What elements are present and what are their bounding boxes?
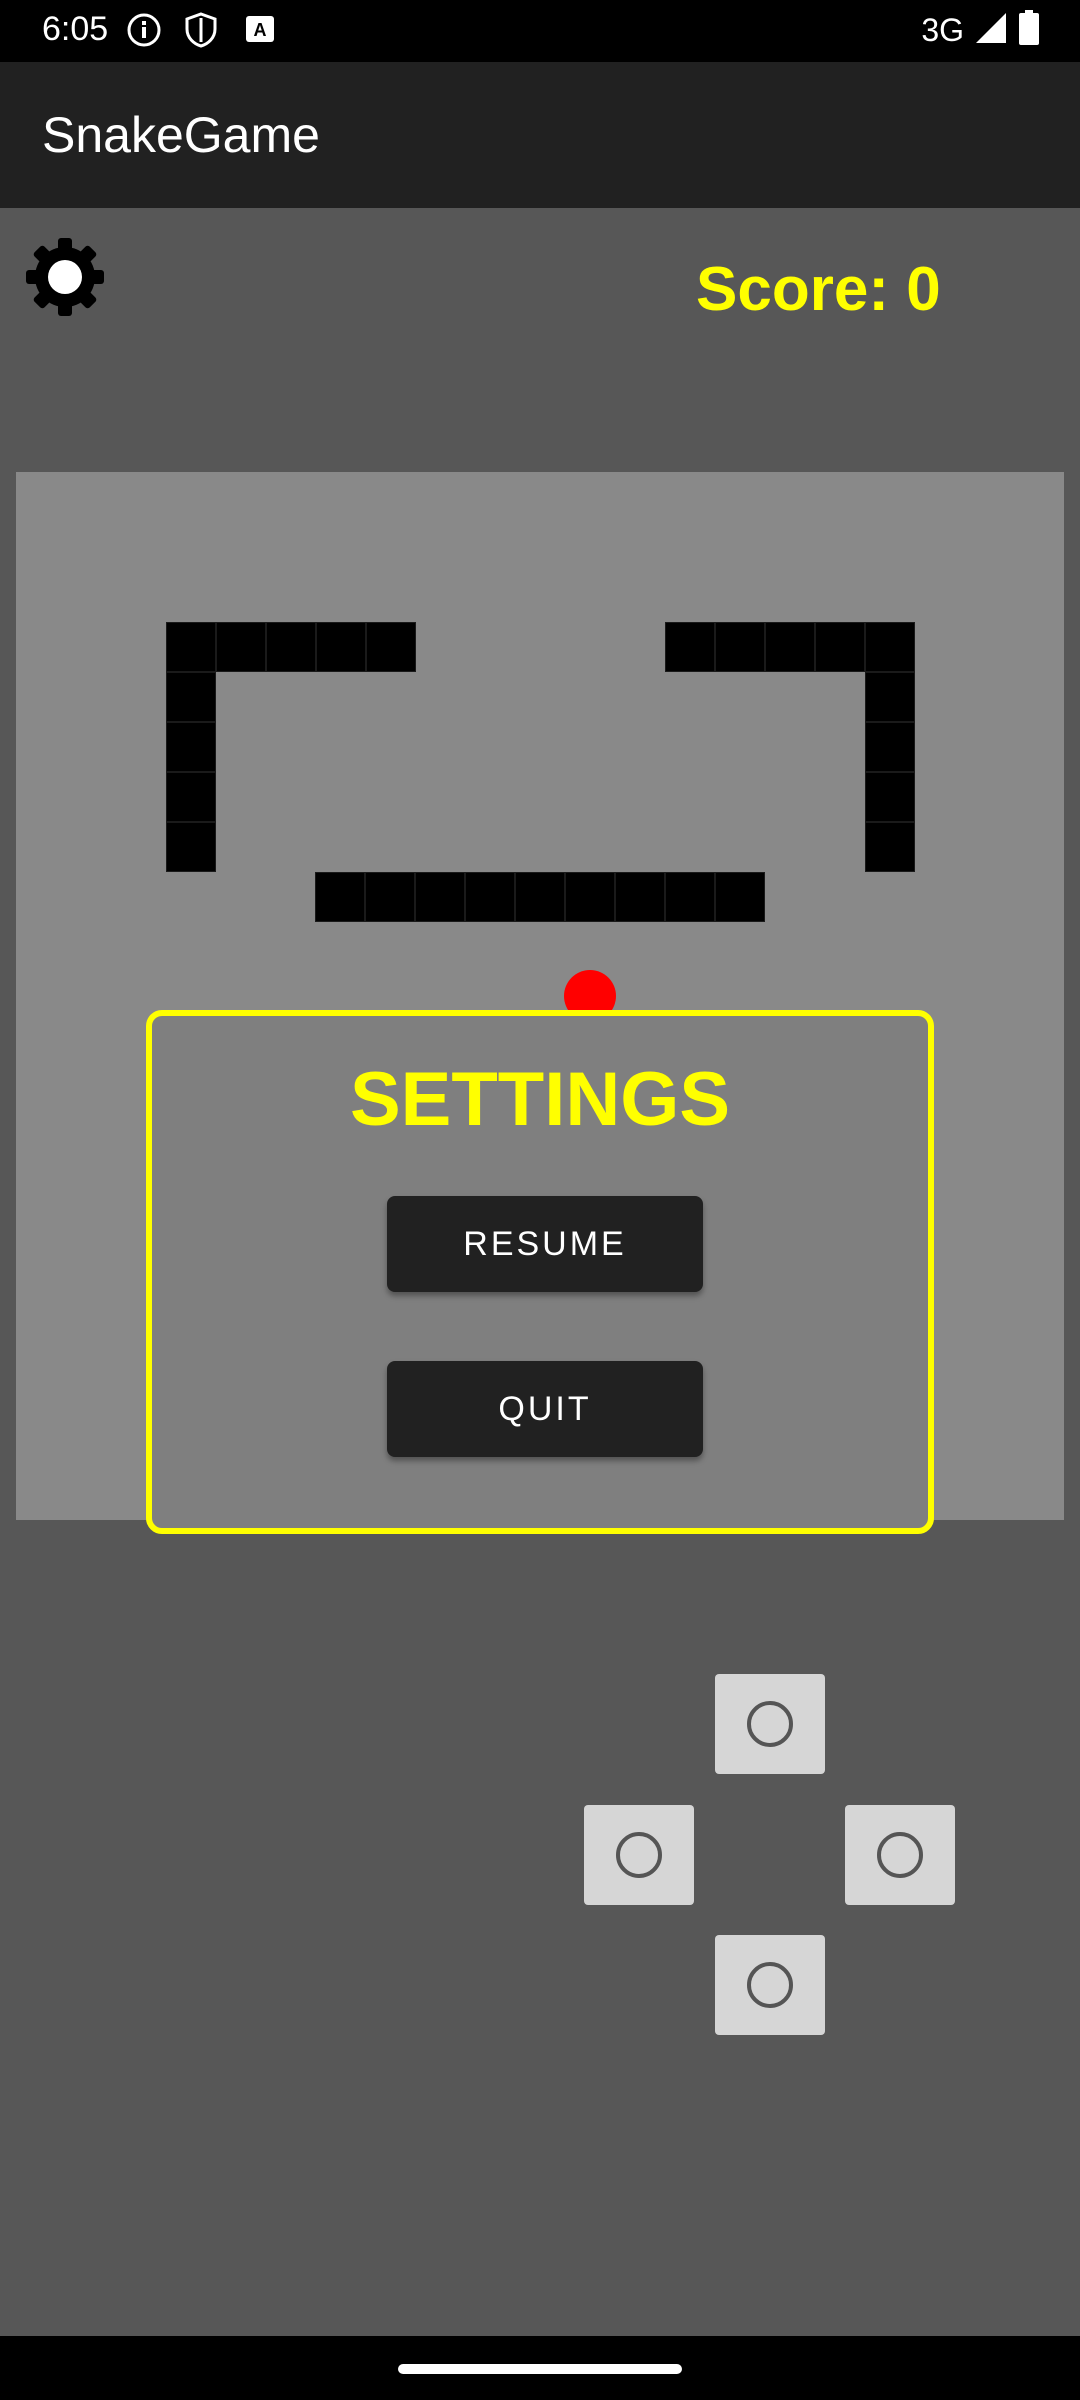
wall-block: [415, 872, 465, 922]
dpad-up-button[interactable]: [715, 1674, 825, 1774]
wall-block: [316, 622, 366, 672]
wall-block: [715, 622, 765, 672]
wall-block: [865, 722, 915, 772]
circle-icon: [877, 1832, 923, 1878]
circle-icon: [616, 1832, 662, 1878]
wall-block: [865, 622, 915, 672]
wall-block: [465, 872, 515, 922]
wall-block: [515, 872, 565, 922]
nav-bar: [0, 2336, 1080, 2400]
wall-block: [665, 622, 715, 672]
wall-block: [266, 622, 316, 672]
dpad-down-button[interactable]: [715, 1935, 825, 2035]
wall-block: [315, 872, 365, 922]
dialog-title: SETTINGS: [349, 1057, 731, 1142]
wall-block: [166, 722, 216, 772]
wall-block: [166, 822, 216, 872]
wall-block: [665, 872, 715, 922]
settings-dialog: SETTINGS RESUME QUIT: [146, 1010, 934, 1534]
circle-icon: [747, 1962, 793, 2008]
wall-block: [865, 822, 915, 872]
signal-icon: [974, 11, 1008, 50]
circle-icon: [747, 1701, 793, 1747]
info-icon: [126, 12, 162, 53]
wall-block: [865, 772, 915, 822]
shield-icon: [184, 12, 218, 53]
wall-block: [765, 622, 815, 672]
wall-block: [615, 872, 665, 922]
wall-block: [166, 672, 216, 722]
wall-block: [815, 622, 865, 672]
battery-icon: [1018, 10, 1040, 51]
dpad-right-button[interactable]: [845, 1805, 955, 1905]
app-title: SnakeGame: [42, 107, 320, 163]
wall-block: [865, 672, 915, 722]
status-bar: 6:05 A 3G: [0, 0, 1080, 62]
network-type: 3G: [921, 12, 964, 48]
wall-block: [365, 872, 415, 922]
quit-button[interactable]: QUIT: [387, 1361, 703, 1457]
wall-block: [216, 622, 266, 672]
wall-block: [565, 872, 615, 922]
home-gesture-handle[interactable]: [398, 2364, 682, 2374]
wall-block: [166, 772, 216, 822]
resume-button[interactable]: RESUME: [387, 1196, 703, 1292]
wall-block: [715, 872, 765, 922]
app-bar: SnakeGame: [0, 62, 1080, 208]
gear-icon[interactable]: [24, 236, 106, 318]
svg-text:A: A: [254, 20, 267, 40]
wall-block: [366, 622, 416, 672]
wall-block: [166, 622, 216, 672]
status-time: 6:05: [42, 10, 109, 48]
keyboard-a-icon: A: [244, 12, 276, 51]
dpad-left-button[interactable]: [584, 1805, 694, 1905]
score-label: Score: 0: [696, 255, 941, 324]
